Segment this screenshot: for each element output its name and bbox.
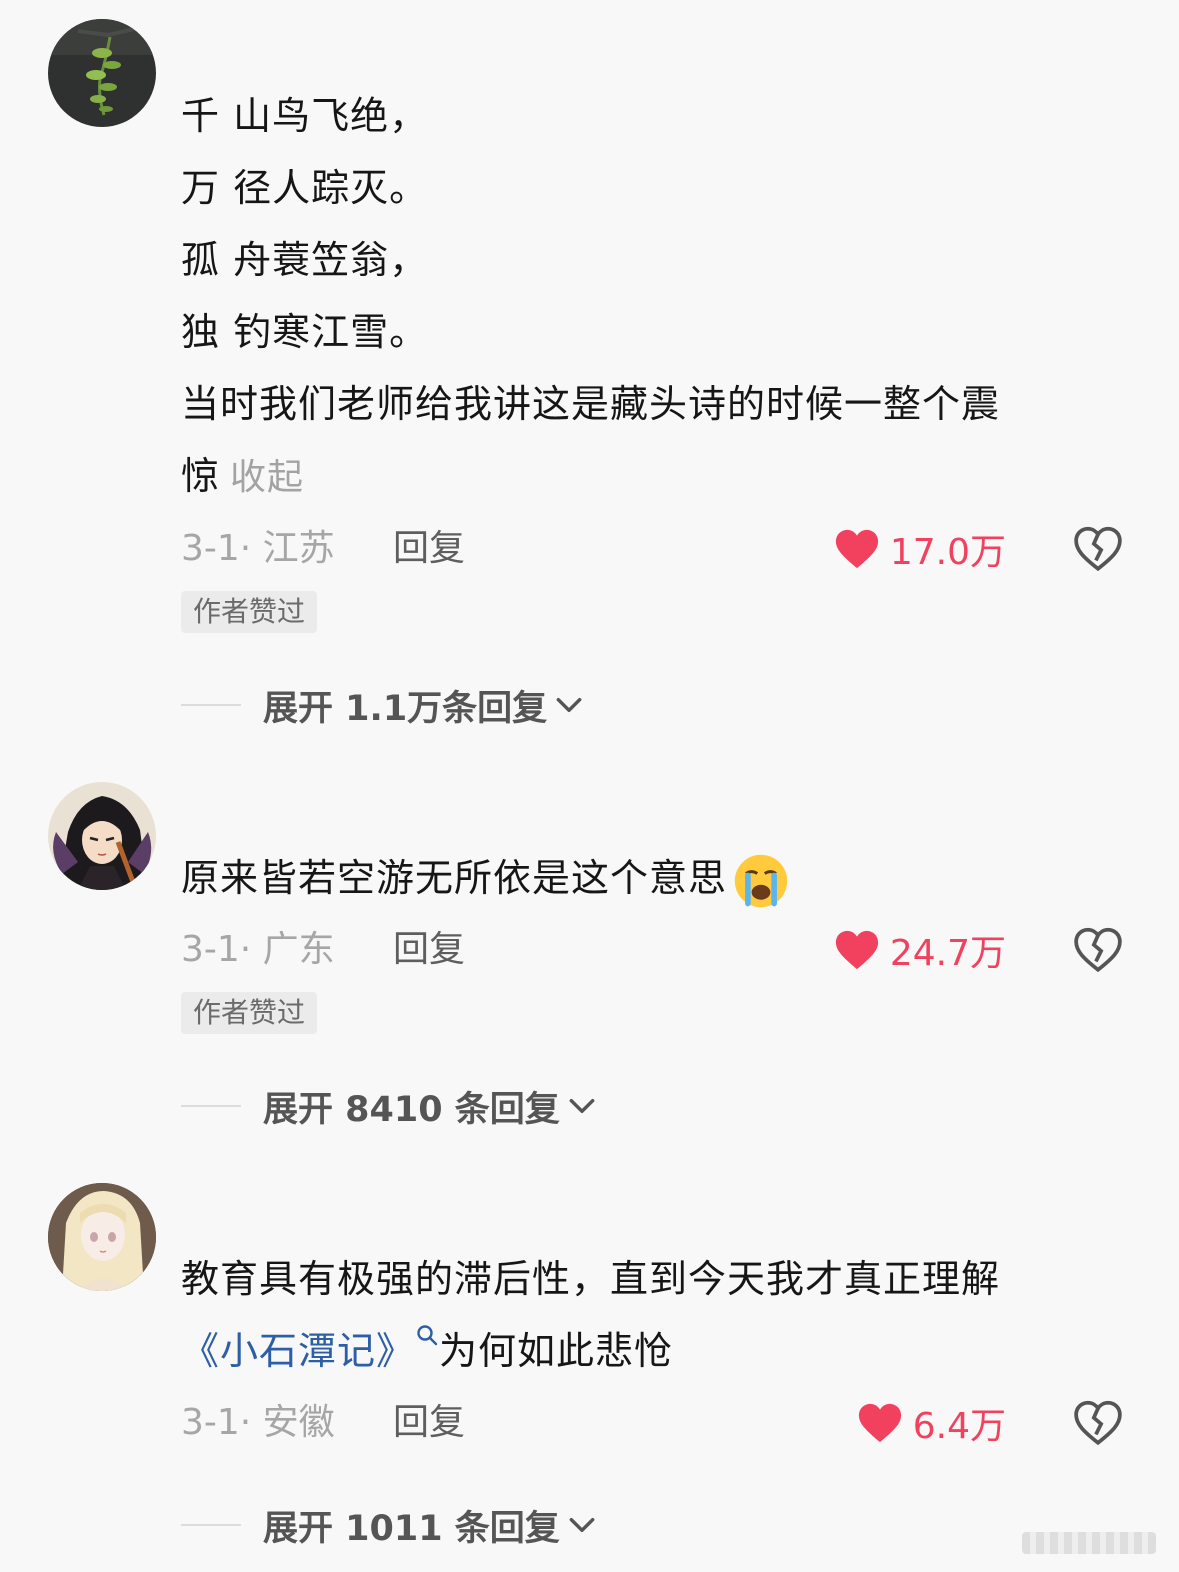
comment-text-line: 万 径人踪灭。 [181, 166, 429, 210]
like-count: 24.7万 [889, 933, 1006, 974]
search-link[interactable]: 《小石潭记》 [181, 1329, 415, 1373]
watermark-bar [1022, 1532, 1156, 1554]
expand-replies-label: 展开 8410 条回复 [263, 1089, 560, 1130]
divider-line [181, 704, 241, 706]
reply-button[interactable]: 回复 [393, 519, 465, 579]
comment-text-line: 千 山鸟飞绝， [181, 94, 429, 138]
expand-replies-label: 展开 1.1万条回复 [263, 688, 548, 729]
divider-line [181, 1105, 241, 1107]
author-liked-badge: 作者赞过 [181, 591, 318, 633]
expand-replies-label: 展开 1011 条回复 [263, 1508, 560, 1549]
date-location: 3-1· 安徽 [181, 1402, 335, 1443]
author-liked-badge: 作者赞过 [181, 992, 318, 1034]
like-count: 17.0万 [889, 532, 1006, 573]
comment-text-line: 独 钓寒江雪。 [181, 310, 429, 354]
comment-meta: 3-1· 江苏 回复 17.0万 [181, 519, 1123, 579]
heart-icon [835, 930, 878, 970]
avatar[interactable] [48, 19, 156, 127]
reply-button[interactable]: 回复 [393, 920, 465, 980]
broken-heart-icon[interactable] [1073, 1399, 1123, 1449]
comment-text-line: 孤 舟蓑笠翁， [181, 238, 429, 282]
heart-icon [835, 529, 878, 569]
comment-text: 原来皆若空游无所依是这个意思 [181, 856, 728, 900]
chevron-down-icon [569, 1098, 595, 1114]
date-location: 3-1· 江苏 [181, 528, 335, 569]
comment-meta: 3-1· 广东 回复 24.7万 [181, 920, 1123, 980]
comment-text-line: 当时我们老师给我讲这是藏头诗的时候一整个震 [181, 382, 1001, 426]
avatar[interactable] [48, 782, 156, 890]
reply-button[interactable]: 回复 [393, 1393, 465, 1453]
like-button[interactable]: 6.4万 [857, 1397, 1006, 1449]
crying-emoji-icon [734, 854, 788, 907]
comment-text-line: 教育具有极强的滞后性，直到今天我才真正理解 [181, 1257, 1001, 1301]
date-location: 3-1· 广东 [181, 929, 335, 970]
heart-icon [858, 1403, 901, 1443]
expand-replies-button[interactable]: 展开 8410 条回复 [181, 1081, 598, 1131]
comment-text-line: 《小石潭记》 为何如此悲怆 [181, 1315, 1121, 1387]
broken-heart-icon[interactable] [1073, 926, 1123, 976]
search-icon[interactable] [415, 1323, 439, 1351]
like-button[interactable]: 17.0万 [834, 523, 1006, 575]
like-count: 6.4万 [912, 1406, 1006, 1447]
broken-heart-icon[interactable] [1073, 525, 1123, 575]
avatar[interactable] [48, 1183, 156, 1291]
collapse-link[interactable]: 收起 [230, 457, 304, 498]
comment-text: 惊 [181, 454, 221, 498]
divider-line [181, 1524, 241, 1526]
chevron-down-icon [569, 1517, 595, 1533]
comment-text-line-last: 惊收起 [181, 440, 1121, 514]
like-button[interactable]: 24.7万 [834, 924, 1006, 976]
comment-text-line: 原来皆若空游无所依是这个意思 [181, 842, 1121, 914]
comment-meta: 3-1· 安徽 回复 6.4万 [181, 1393, 1123, 1453]
chevron-down-icon [556, 697, 582, 713]
expand-replies-button[interactable]: 展开 1011 条回复 [181, 1500, 598, 1550]
comment-text: 为何如此悲怆 [439, 1329, 674, 1373]
expand-replies-button[interactable]: 展开 1.1万条回复 [181, 680, 585, 730]
